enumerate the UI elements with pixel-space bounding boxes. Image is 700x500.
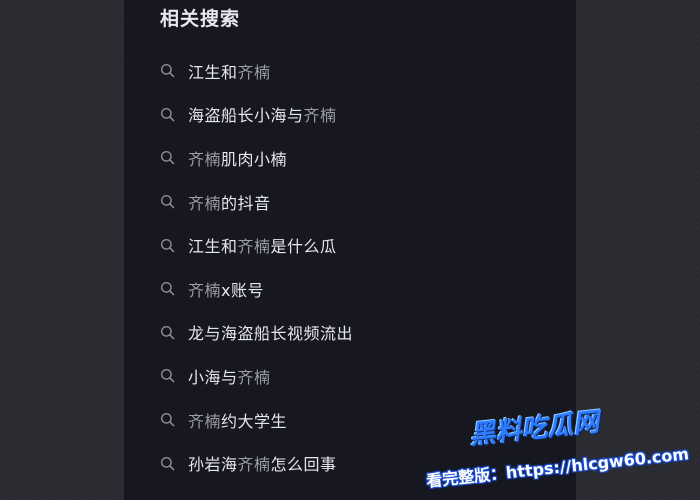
related-search-item[interactable]: 龙与海盗船长视频流出 <box>160 311 560 355</box>
related-search-title: 相关搜索 <box>160 8 241 30</box>
search-icon <box>160 106 176 122</box>
highlighted-keyword: 齐楠 <box>303 106 337 126</box>
search-icon <box>160 150 176 166</box>
search-icon <box>160 412 176 428</box>
label-text: 海盗船长小海与 <box>188 106 304 126</box>
label-text: 约大学生 <box>221 411 288 431</box>
highlighted-keyword: 齐楠 <box>188 149 222 169</box>
related-search-label: 小海与齐楠 <box>188 364 271 388</box>
related-search-label: 海盗船长小海与齐楠 <box>188 102 337 126</box>
search-icon <box>160 194 176 210</box>
related-search-label: 齐楠的抖音 <box>188 190 271 214</box>
search-icon <box>160 455 176 471</box>
search-icon <box>160 368 176 384</box>
related-search-label: 龙与海盗船长视频流出 <box>188 320 353 344</box>
related-search-item[interactable]: 小海与齐楠 <box>160 354 560 398</box>
label-text: 龙与海盗船长视频流出 <box>188 324 354 344</box>
related-search-label: 齐楠约大学生 <box>188 408 287 432</box>
label-text: 怎么回事 <box>270 455 337 475</box>
label-text: 小海与 <box>188 367 238 387</box>
related-search-item[interactable]: 江生和齐楠 <box>160 49 560 93</box>
related-search-item[interactable]: 江生和齐楠是什么瓜 <box>160 223 560 267</box>
related-search-item[interactable]: 齐楠肌肉小楠 <box>160 136 560 180</box>
label-text: 江生和 <box>188 237 238 257</box>
search-icon <box>160 281 176 297</box>
label-text: 江生和 <box>188 62 238 82</box>
related-search-item[interactable]: 齐楠x账号 <box>160 267 560 311</box>
highlighted-keyword: 齐楠 <box>237 237 271 257</box>
label-text: 肌肉小楠 <box>221 149 288 169</box>
search-icon <box>160 237 176 253</box>
watermark-url: 看完整版：https://hlcgw60.com <box>425 444 690 491</box>
highlighted-keyword: 齐楠 <box>188 411 222 431</box>
highlighted-keyword: 齐楠 <box>237 367 271 387</box>
related-search-label: 孙岩海齐楠怎么回事 <box>188 451 337 475</box>
related-search-label: 齐楠x账号 <box>188 277 264 301</box>
related-search-item[interactable]: 齐楠的抖音 <box>160 180 560 224</box>
related-search-label: 齐楠肌肉小楠 <box>188 146 287 170</box>
related-search-label: 江生和齐楠是什么瓜 <box>188 233 337 257</box>
highlighted-keyword: 齐楠 <box>237 62 271 82</box>
highlighted-keyword: 齐楠 <box>188 193 222 213</box>
search-icon <box>160 324 176 340</box>
highlighted-keyword: 齐楠 <box>188 280 222 300</box>
search-icon <box>160 63 176 79</box>
label-text: 孙岩海 <box>188 455 238 475</box>
related-search-item[interactable]: 海盗船长小海与齐楠 <box>160 93 560 137</box>
highlighted-keyword: 齐楠 <box>237 455 271 475</box>
page: 相关搜索 江生和齐楠 海盗船长小海与齐楠 齐楠肌肉小楠 齐楠的抖音 江生和齐楠是什么瓜齐… <box>0 0 700 500</box>
related-search-label: 江生和齐楠 <box>188 59 271 83</box>
label-text: 的抖音 <box>221 193 271 213</box>
label-text: 是什么瓜 <box>270 237 337 257</box>
label-text: x账号 <box>221 280 264 300</box>
